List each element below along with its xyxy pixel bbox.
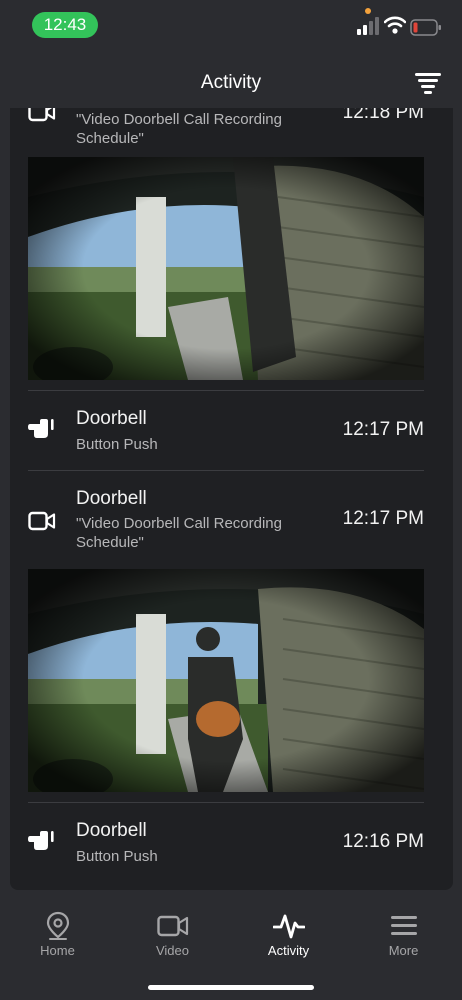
tab-activity[interactable]: Activity	[231, 902, 346, 972]
divider	[28, 470, 424, 471]
video-thumbnail[interactable]	[28, 569, 424, 792]
doorbell-press-icon	[28, 419, 54, 438]
battery-low-icon	[410, 19, 441, 36]
privacy-indicator-dot	[365, 8, 371, 14]
tab-label: Activity	[267, 943, 310, 958]
map-pin-icon	[46, 911, 70, 940]
status-time: 12:43	[32, 12, 98, 38]
tab-video[interactable]: Video	[115, 902, 230, 972]
tab-home[interactable]: Home	[0, 902, 115, 972]
activity-item-title: Doorbell	[76, 488, 147, 509]
activity-feed[interactable]: "Video Doorbell Call Recording Schedule"…	[10, 108, 453, 890]
hamburger-menu-icon	[391, 916, 417, 935]
activity-item-title: Doorbell	[76, 820, 147, 841]
status-bar: 12:43	[0, 0, 462, 52]
divider	[28, 390, 424, 391]
tab-label: Home	[40, 943, 75, 958]
video-camera-icon	[28, 108, 56, 122]
activity-item-title: Doorbell	[76, 408, 147, 429]
tab-more[interactable]: More	[346, 902, 461, 972]
tab-label: Video	[155, 943, 189, 958]
navigation-header: Activity	[0, 52, 462, 110]
tab-label: More	[388, 943, 419, 958]
activity-item-time: 12:17 PM	[342, 419, 424, 440]
video-thumbnail[interactable]	[28, 157, 424, 380]
activity-item-button-push[interactable]: Doorbell Button Push 12:17 PM	[10, 392, 453, 472]
filter-icon[interactable]	[415, 72, 441, 94]
activity-item-subtitle: Button Push	[76, 848, 158, 865]
activity-item-subtitle: Button Push	[76, 436, 158, 453]
activity-item-video[interactable]: "Video Doorbell Call Recording Schedule"…	[10, 108, 453, 158]
divider	[28, 802, 424, 803]
home-indicator[interactable]	[148, 985, 314, 990]
page-title: Activity	[200, 72, 262, 93]
activity-item-subtitle: "Video Doorbell Call Recording Schedule"	[76, 515, 282, 551]
wifi-icon	[384, 16, 406, 34]
activity-item-time: 12:17 PM	[342, 508, 424, 529]
video-camera-icon	[157, 915, 189, 937]
doorbell-press-icon	[28, 831, 54, 850]
activity-item-button-push[interactable]: Doorbell Button Push 12:16 PM	[10, 804, 453, 884]
cellular-signal-icon	[357, 17, 379, 35]
activity-item-time: 12:16 PM	[342, 831, 424, 852]
video-camera-icon	[28, 511, 56, 531]
activity-item-video[interactable]: Doorbell "Video Doorbell Call Recording …	[10, 472, 453, 568]
activity-pulse-icon	[273, 914, 305, 939]
activity-item-time: 12:18 PM	[342, 108, 424, 123]
activity-item-subtitle: "Video Doorbell Call Recording Schedule"	[76, 111, 282, 147]
